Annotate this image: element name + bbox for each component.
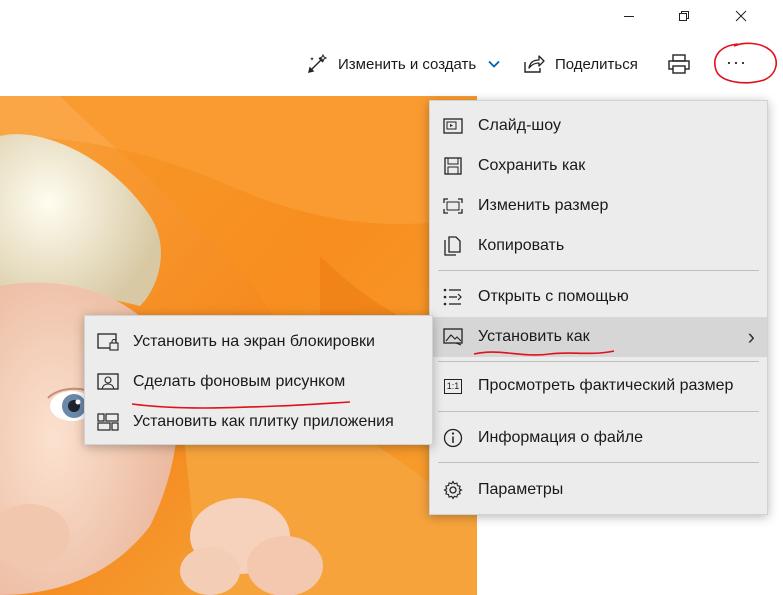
menu-separator <box>438 411 759 412</box>
edit-create-button[interactable]: Изменить и создать <box>306 44 500 84</box>
menu-item-label: Информация о файле <box>478 429 643 446</box>
set-as-submenu: Установить на экран блокировки Сделать ф… <box>84 315 433 445</box>
submenu-item-label: Установить на экран блокировки <box>133 333 375 350</box>
print-button[interactable] <box>667 44 691 84</box>
app-tile-icon <box>97 411 119 433</box>
minimize-button[interactable] <box>606 0 652 32</box>
menu-item-label: Изменить размер <box>478 197 609 214</box>
menu-item-label: Просмотреть фактический размер <box>478 377 734 394</box>
slideshow-icon <box>442 115 464 137</box>
save-icon <box>442 155 464 177</box>
menu-item-label: Параметры <box>478 481 564 498</box>
submenu-chevron-icon: › <box>747 324 755 349</box>
menu-separator <box>438 361 759 362</box>
menu-item-copy[interactable]: Копировать <box>430 226 767 266</box>
settings-icon <box>442 479 464 501</box>
minimize-icon <box>624 16 634 17</box>
set-as-icon <box>442 326 464 348</box>
menu-item-label: Установить как <box>478 328 590 345</box>
menu-item-save-as[interactable]: Сохранить как <box>430 146 767 186</box>
submenu-item-wallpaper[interactable]: Сделать фоновым рисунком <box>85 362 432 402</box>
menu-item-set-as[interactable]: Установить как › <box>430 317 767 357</box>
share-icon <box>524 55 545 73</box>
menu-separator <box>438 462 759 463</box>
share-button[interactable]: Поделиться <box>523 44 638 84</box>
printer-icon <box>668 54 690 74</box>
menu-item-resize[interactable]: Изменить размер <box>430 186 767 226</box>
menu-separator <box>438 270 759 271</box>
close-icon <box>735 10 747 22</box>
lock-screen-icon <box>97 331 119 353</box>
title-bar <box>0 0 783 34</box>
submenu-item-lock-screen[interactable]: Установить на экран блокировки <box>85 322 432 362</box>
resize-icon <box>442 195 464 217</box>
menu-item-actual-size[interactable]: 1:1 Просмотреть фактический размер <box>430 366 767 406</box>
submenu-item-app-tile[interactable]: Установить как плитку приложения <box>85 402 432 442</box>
menu-item-slideshow[interactable]: Слайд-шоу <box>430 106 767 146</box>
actual-size-icon: 1:1 <box>442 375 464 397</box>
submenu-item-label: Сделать фоновым рисунком <box>133 373 346 390</box>
menu-item-open-with[interactable]: Открыть с помощью <box>430 277 767 317</box>
menu-item-file-info[interactable]: Информация о файле <box>430 418 767 458</box>
context-menu: Слайд-шоу Сохранить как Изменить размер … <box>429 100 768 515</box>
restore-button[interactable] <box>661 0 707 32</box>
more-label: ··· <box>726 51 747 72</box>
more-button[interactable]: ··· <box>726 42 747 82</box>
menu-item-settings[interactable]: Параметры <box>430 470 767 510</box>
chevron-down-icon <box>488 60 500 68</box>
info-icon <box>442 427 464 449</box>
menu-item-label: Слайд-шоу <box>478 117 561 134</box>
restore-icon <box>679 11 689 21</box>
wallpaper-icon <box>97 371 119 393</box>
close-button[interactable] <box>718 0 764 32</box>
share-label: Поделиться <box>555 55 638 73</box>
edit-create-label: Изменить и создать <box>338 55 477 73</box>
copy-icon <box>442 235 464 257</box>
menu-item-label: Открыть с помощью <box>478 288 629 305</box>
submenu-item-label: Установить как плитку приложения <box>133 413 394 430</box>
menu-item-label: Сохранить как <box>478 157 586 174</box>
open-with-icon <box>442 286 464 308</box>
edit-create-icon <box>308 53 328 73</box>
menu-item-label: Копировать <box>478 237 565 254</box>
